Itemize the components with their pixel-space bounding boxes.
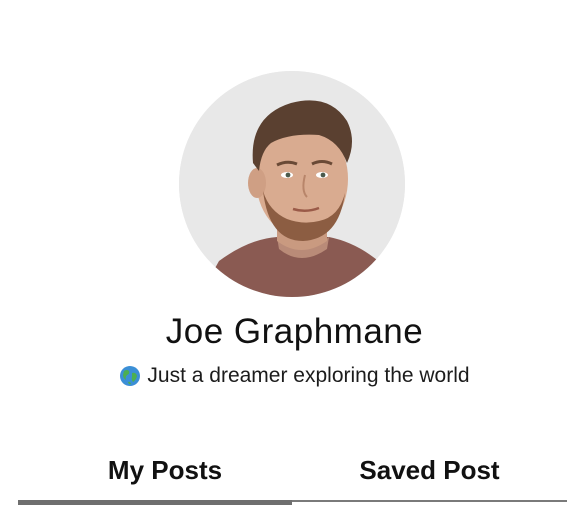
active-tab-indicator <box>18 500 292 505</box>
globe-icon <box>119 365 141 387</box>
profile-page: Joe Graphmane Just a dreamer exploring t… <box>0 0 585 532</box>
avatar-photo <box>179 71 405 297</box>
tab-saved-post[interactable]: Saved Post <box>292 445 567 495</box>
tab-my-posts[interactable]: My Posts <box>18 445 312 495</box>
profile-name: Joe Graphmane <box>165 312 424 351</box>
avatar <box>179 71 405 297</box>
profile-bio-text: Just a dreamer exploring the world <box>147 364 470 387</box>
profile-bio: Just a dreamer exploring the world <box>0 364 585 388</box>
profile-tabs: My Posts Saved Post <box>18 445 567 507</box>
